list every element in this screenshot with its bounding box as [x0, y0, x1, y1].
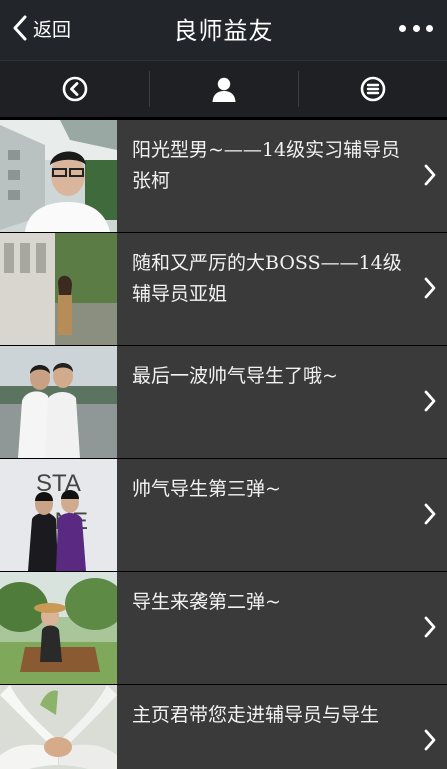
more-dots-icon	[426, 24, 433, 32]
article-list: 阳光型男~——14级实习辅导员张柯 随和又严厉的大BOSS——14级辅导员亚姐	[0, 117, 447, 769]
article-title: 帅气导生第三弹~	[132, 478, 281, 500]
chevron-left-icon	[13, 15, 27, 41]
thumbnail-image	[0, 120, 117, 232]
list-item[interactable]: 随和又严厉的大BOSS——14级辅导员亚姐	[0, 233, 447, 345]
list-item[interactable]: 主页君带您走进辅导员与导生	[0, 685, 447, 769]
list-item[interactable]: 阳光型男~——14级实习辅导员张柯	[0, 120, 447, 232]
chevron-right-icon	[424, 390, 436, 412]
article-title: 主页君带您走进辅导员与导生	[132, 704, 380, 726]
toolbar	[0, 60, 447, 117]
list-item[interactable]: 最后一波帅气导生了哦~	[0, 346, 447, 458]
article-title: 最后一波帅气导生了哦~	[132, 365, 338, 387]
thumbnail-image	[0, 346, 117, 458]
article-title: 导生来袭第二弹~	[132, 591, 281, 613]
chevron-right-icon	[424, 503, 436, 525]
more-dots-icon	[399, 24, 406, 32]
list-item[interactable]: 导生来袭第二弹~	[0, 572, 447, 684]
chevron-right-icon	[424, 164, 436, 186]
more-dots-icon	[412, 24, 420, 32]
list-item[interactable]: STA ONE EA 帅气导生第三弹~	[0, 459, 447, 571]
list-menu-icon	[360, 76, 385, 102]
user-icon	[212, 77, 235, 102]
article-title: 阳光型男~——14级实习辅导员张柯	[132, 139, 401, 192]
thumbnail-image	[0, 233, 117, 345]
thumbnail-image	[0, 685, 117, 769]
chevron-right-icon	[424, 277, 436, 299]
thumbnail-image: STA ONE EA	[0, 459, 117, 571]
toolbar-profile-button[interactable]	[149, 61, 298, 117]
back-label: 返回	[33, 18, 72, 41]
thumbnail-image	[0, 572, 117, 684]
toolbar-menu-button[interactable]	[298, 61, 447, 117]
back-button[interactable]: 返回	[12, 13, 71, 43]
chevron-right-icon	[424, 729, 436, 751]
toolbar-back-button[interactable]	[0, 61, 149, 117]
chevron-right-icon	[424, 616, 436, 638]
article-title: 随和又严厉的大BOSS——14级辅导员亚姐	[132, 252, 402, 305]
more-button[interactable]	[399, 20, 433, 36]
back-circle-icon	[62, 76, 87, 102]
title-bar: 返回 良师益友	[0, 0, 447, 60]
